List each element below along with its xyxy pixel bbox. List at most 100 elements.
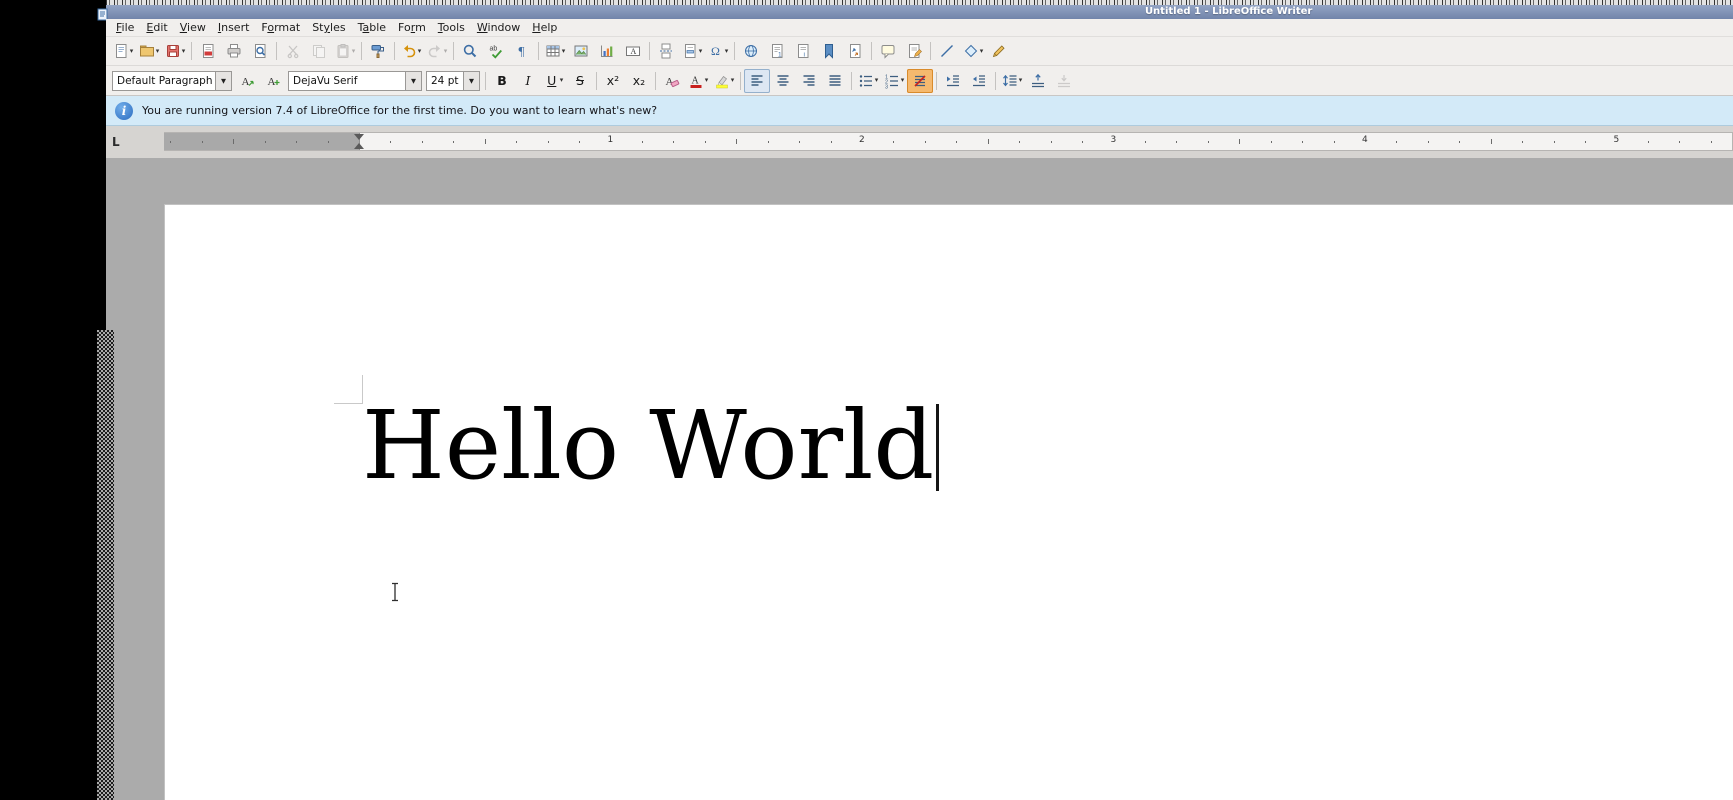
doc-field-icon [682, 43, 698, 59]
new-document-button[interactable]: ▾ [110, 39, 136, 63]
toolbar-separator [361, 42, 362, 60]
ruler-tick [170, 141, 171, 143]
menu-tools[interactable]: Tools [432, 20, 471, 35]
strikethrough-button[interactable]: S [567, 69, 593, 93]
menu-help[interactable]: Help [526, 20, 563, 35]
paragraph-style-combo[interactable]: Default Paragraph Style▼ [112, 71, 232, 91]
insert-cross-reference-button[interactable] [842, 39, 868, 63]
tab-stop-selector[interactable]: L [112, 134, 120, 150]
folder-icon [139, 43, 155, 59]
print-preview-button[interactable] [247, 39, 273, 63]
font-size-combo-dropdown-button[interactable]: ▼ [463, 72, 479, 90]
menu-styles[interactable]: Styles [306, 20, 351, 35]
ruler-number: 4 [1362, 135, 1368, 145]
standard-toolbar: ▾▾▾▾▾▾ab¶▾A▾Ω▾1i▾ [106, 37, 1733, 66]
list-none-icon [912, 73, 928, 89]
align-center-button[interactable] [770, 69, 796, 93]
export-pdf-button[interactable] [195, 39, 221, 63]
omega-icon: Ω [708, 43, 724, 59]
document-text[interactable]: Hello World [362, 399, 939, 494]
menu-table[interactable]: Table [352, 20, 392, 35]
find-replace-button[interactable] [457, 39, 483, 63]
ruler-tick [1271, 141, 1272, 143]
save-button[interactable]: ▾ [162, 39, 188, 63]
font-name-combo-dropdown-button[interactable]: ▼ [405, 72, 421, 90]
ruler-tick [988, 139, 989, 144]
mouse-cursor-ibeam [389, 582, 401, 602]
dropdown-arrow-icon: ▾ [705, 77, 709, 84]
clone-formatting-button[interactable] [365, 39, 391, 63]
increase-indent-button[interactable] [940, 69, 966, 93]
subscript-button[interactable]: x₂ [626, 69, 652, 93]
insert-footnote-button[interactable]: 1 [764, 39, 790, 63]
ruler-tick [390, 141, 391, 143]
toolbar-separator [734, 42, 735, 60]
insert-line-button[interactable] [934, 39, 960, 63]
clear-formatting-button[interactable]: A [659, 69, 685, 93]
horizontal-ruler[interactable]: 12345 [164, 132, 1733, 151]
insert-special-character-button[interactable]: Ω▾ [705, 39, 731, 63]
new-style-button[interactable]: A [260, 69, 286, 93]
menu-file[interactable]: File [110, 20, 140, 35]
insert-comment-button[interactable] [875, 39, 901, 63]
decrease-indent-button[interactable] [966, 69, 992, 93]
ruler-tick [1082, 141, 1083, 143]
menu-insert[interactable]: Insert [212, 20, 256, 35]
formatting-marks-button[interactable]: ¶ [509, 39, 535, 63]
dropdown-arrow-icon: ▾ [156, 48, 160, 55]
font-name-combo[interactable]: DejaVu Serif▼ [288, 71, 422, 91]
ordered-list-button[interactable]: 123▾ [881, 69, 907, 93]
track-changes-button[interactable] [901, 39, 927, 63]
ruler-tick [1302, 141, 1303, 143]
draw-functions-button[interactable] [986, 39, 1012, 63]
svg-text:1: 1 [778, 52, 782, 59]
left-indent-marker[interactable] [354, 143, 364, 149]
font-size-combo[interactable]: 24 pt▼ [426, 71, 480, 91]
align-left-button[interactable] [744, 69, 770, 93]
underline-button[interactable]: U▾ [541, 69, 567, 93]
document-page[interactable]: Hello World [164, 204, 1733, 800]
toolbar-separator [871, 42, 872, 60]
spelling-button[interactable]: ab [483, 39, 509, 63]
menu-format[interactable]: Format [255, 20, 306, 35]
menu-edit[interactable]: Edit [140, 20, 173, 35]
update-style-button[interactable]: A [234, 69, 260, 93]
toolbar-separator [995, 72, 996, 90]
unordered-list-button[interactable]: ▾ [855, 69, 881, 93]
basic-shapes-button[interactable]: ▾ [960, 39, 986, 63]
menu-window[interactable]: Window [471, 20, 526, 35]
insert-field-button[interactable]: ▾ [679, 39, 705, 63]
insert-table-button[interactable]: ▾ [542, 39, 568, 63]
italic-icon: I [521, 73, 535, 89]
first-line-indent-marker[interactable] [354, 134, 364, 140]
open-button[interactable]: ▾ [136, 39, 162, 63]
paragraph-style-combo-dropdown-button[interactable]: ▼ [215, 72, 231, 90]
toolbar-separator [394, 42, 395, 60]
highlight-color-button[interactable]: ▾ [711, 69, 737, 93]
font-color-button[interactable]: A▾ [685, 69, 711, 93]
insert-bookmark-button[interactable] [816, 39, 842, 63]
title-bar[interactable]: Untitled 1 - LibreOffice Writer [106, 5, 1733, 19]
menu-view[interactable]: View [174, 20, 212, 35]
insert-chart-button[interactable] [594, 39, 620, 63]
bold-button[interactable]: B [489, 69, 515, 93]
no-list-button[interactable] [907, 69, 933, 93]
insert-hyperlink-button[interactable] [738, 39, 764, 63]
ruler-tick [1648, 141, 1649, 143]
spacing-dec-icon [1056, 73, 1072, 89]
insert-page-break-button[interactable] [653, 39, 679, 63]
dropdown-arrow-icon: ▾ [699, 48, 703, 55]
line-spacing-button[interactable]: ▾ [999, 69, 1025, 93]
align-justify-button[interactable] [822, 69, 848, 93]
align-right-icon [801, 73, 817, 89]
insert-image-button[interactable] [568, 39, 594, 63]
increase-paragraph-spacing-button[interactable] [1025, 69, 1051, 93]
insert-endnote-button[interactable]: i [790, 39, 816, 63]
insert-textbox-button[interactable]: A [620, 39, 646, 63]
undo-button[interactable]: ▾ [398, 39, 424, 63]
italic-button[interactable]: I [515, 69, 541, 93]
superscript-button[interactable]: x² [600, 69, 626, 93]
menu-form[interactable]: Form [392, 20, 432, 35]
align-right-button[interactable] [796, 69, 822, 93]
print-button[interactable] [221, 39, 247, 63]
